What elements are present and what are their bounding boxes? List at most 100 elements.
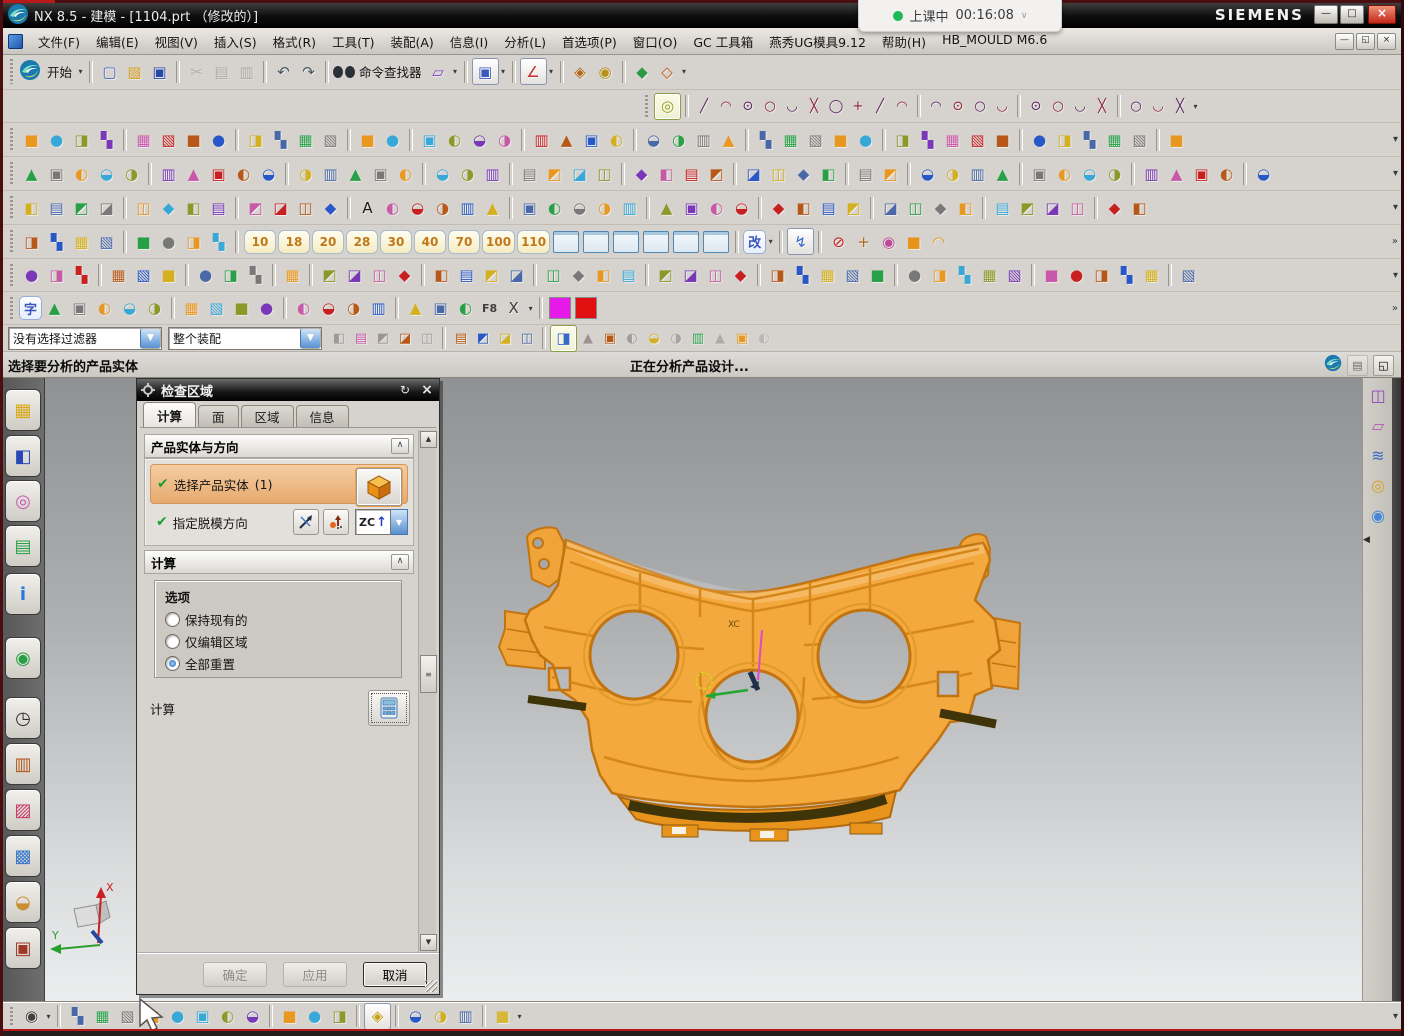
toolbar-icon[interactable]: ▣ <box>67 296 92 321</box>
toolbar-icon[interactable]: ■ <box>131 229 156 254</box>
toolbar-icon[interactable]: ■ <box>229 296 254 321</box>
toolbar-icon[interactable]: ▚ <box>790 263 815 288</box>
toolbar-icon[interactable]: ▤ <box>209 59 234 84</box>
selection-tool-icon[interactable]: ◫ <box>516 327 538 349</box>
toolbar-icon[interactable]: ◐ <box>1052 161 1077 186</box>
toolbar-icon[interactable]: ◩ <box>1015 195 1040 220</box>
toolbar-icon[interactable]: ◒ <box>403 1004 428 1029</box>
toolbar-icon[interactable]: X <box>501 296 526 321</box>
selection-filter-select[interactable]: 没有选择过滤器 ▼ <box>8 327 162 350</box>
sketch-tool-icon[interactable]: ╳ <box>1091 95 1113 117</box>
palettes-button[interactable]: ▣ <box>5 927 41 969</box>
toolbar-icon[interactable]: ◪ <box>878 195 903 220</box>
text-button-zi[interactable]: 字 <box>19 296 42 320</box>
dropdown-arrow-icon[interactable]: ▾ <box>526 304 535 313</box>
process-studio-button[interactable]: ▥ <box>5 743 41 785</box>
selection-tool-icon[interactable]: ▤ <box>450 327 472 349</box>
constraint-navigator-button[interactable]: ◧ <box>5 435 41 477</box>
apply-button[interactable]: 应用 <box>283 962 347 987</box>
toolbar-icon[interactable]: ■ <box>156 263 181 288</box>
sketch-tool-icon[interactable]: ◠ <box>715 95 737 117</box>
selection-tool-icon[interactable]: ◪ <box>494 327 516 349</box>
toolbar-icon[interactable]: ◈ <box>364 1003 391 1030</box>
dropdown-arrow-icon[interactable]: ▾ <box>76 67 85 76</box>
toolbar-icon[interactable]: ◑ <box>1102 161 1127 186</box>
toolbar-icon[interactable]: ▚ <box>952 263 977 288</box>
toolbar-icon[interactable]: ▣ <box>679 195 704 220</box>
toolbar-icon[interactable]: ◧ <box>1127 195 1152 220</box>
class-timer-overlay[interactable]: 上课中 00:16:08 ∨ <box>858 0 1062 32</box>
toolbar-icon[interactable]: ▚ <box>65 1004 90 1029</box>
selection-tool-icon[interactable]: ▲ <box>577 327 599 349</box>
menu-item[interactable]: 文件(F) <box>30 29 88 54</box>
selection-tool-icon[interactable]: ▣ <box>731 327 753 349</box>
toolbar-icon[interactable]: ◒ <box>1077 161 1102 186</box>
toolbar-icon[interactable]: A <box>355 195 380 220</box>
toolbar-icon[interactable]: ▤ <box>44 195 69 220</box>
maximize-button[interactable]: □ <box>1340 5 1364 24</box>
toolbar-icon[interactable]: ◒ <box>467 127 492 152</box>
toolbar-icon[interactable]: ▣ <box>44 161 69 186</box>
tab-区域[interactable]: 区域 <box>241 405 294 427</box>
sketch-tool-icon[interactable]: ⊙ <box>737 95 759 117</box>
toolbar-icon[interactable]: ■ <box>490 1004 515 1029</box>
toolbar-icon[interactable]: ▲ <box>42 296 67 321</box>
toolbar-icon[interactable]: ◧ <box>181 195 206 220</box>
chevron-down-icon[interactable]: ∨ <box>1021 11 1028 21</box>
toolbar-icon[interactable]: ◫ <box>131 195 156 220</box>
toolbar-icon[interactable]: ◐ <box>704 195 729 220</box>
toolbar-icon[interactable]: ◉ <box>593 59 618 84</box>
toolbar-icon[interactable]: ▲ <box>1164 161 1189 186</box>
toolbar-icon[interactable]: ◉ <box>876 229 901 254</box>
toolbar-icon[interactable]: ◐ <box>1214 161 1239 186</box>
toolbar-icon[interactable]: ● <box>165 1004 190 1029</box>
overflow-icon[interactable]: ▾ <box>1393 1011 1398 1022</box>
toolbar-icon[interactable]: ▥ <box>455 195 480 220</box>
toolbar-icon[interactable]: ▧ <box>803 127 828 152</box>
dialog-title-bar[interactable]: 检查区域 ↻ × <box>137 379 439 401</box>
solid-body-button[interactable] <box>356 468 402 506</box>
toolbar-icon[interactable]: ▣ <box>579 127 604 152</box>
mold-size-button[interactable]: 10 <box>244 230 276 254</box>
mold-size-button[interactable]: 100 <box>482 230 515 254</box>
sketch-tool-icon[interactable]: ○ <box>969 95 991 117</box>
toolbar-icon[interactable]: ◑ <box>592 195 617 220</box>
tab-信息[interactable]: 信息 <box>296 405 349 427</box>
menu-item[interactable]: 编辑(E) <box>88 29 147 54</box>
toolbar-icon[interactable]: ◨ <box>1089 263 1114 288</box>
selection-tool-icon[interactable]: ◩ <box>472 327 494 349</box>
sketch-tool-icon[interactable]: ◯ <box>825 95 847 117</box>
toolbar-icon[interactable]: ● <box>1064 263 1089 288</box>
menu-item[interactable]: 格式(R) <box>265 29 324 54</box>
dialog-close-button[interactable]: × <box>417 381 437 399</box>
toolbar-icon[interactable]: ◆ <box>1102 195 1127 220</box>
toolbar-icon[interactable]: ▣ <box>1027 161 1052 186</box>
toolbar-icon[interactable]: ▦ <box>1102 127 1127 152</box>
menu-item[interactable]: 装配(A) <box>382 29 441 54</box>
toolbar-icon[interactable]: ◧ <box>19 195 44 220</box>
toolbar-icon[interactable]: ◆ <box>629 161 654 186</box>
wrap-tool-button[interactable]: ≋ <box>1366 443 1390 467</box>
toolbar-label[interactable]: 命令查找器 <box>355 62 426 81</box>
toolbar-icon[interactable]: ◒ <box>117 296 142 321</box>
menu-item[interactable]: 帮助(H) <box>874 29 934 54</box>
user-groups-button[interactable]: ◒ <box>5 881 41 923</box>
toolbar-icon[interactable]: ■ <box>865 263 890 288</box>
mdi-restore-button[interactable]: ◱ <box>1356 33 1375 50</box>
toolbar-icon[interactable]: ▲ <box>343 161 368 186</box>
toolbar-icon[interactable]: ◧ <box>429 263 454 288</box>
text-button-gai[interactable]: 改 <box>743 230 766 254</box>
assembly-navigator-button[interactable]: ▦ <box>5 389 41 431</box>
toolbar-icon[interactable]: ▲ <box>654 195 679 220</box>
toolbar-icon[interactable]: ▥ <box>234 59 259 84</box>
toolbar-icon[interactable]: ◒ <box>641 127 666 152</box>
vector-dialog-button[interactable] <box>293 509 319 535</box>
toolbar-icon[interactable]: ■ <box>1164 127 1189 152</box>
toolbar-icon[interactable]: ● <box>19 263 44 288</box>
toolbar-icon[interactable]: ▥ <box>617 195 642 220</box>
toolbar-icon[interactable]: ◪ <box>504 263 529 288</box>
toolbar-icon[interactable]: ▚ <box>753 127 778 152</box>
toolbar-icon[interactable]: ▤ <box>517 161 542 186</box>
toolbar-icon[interactable]: ◪ <box>1040 195 1065 220</box>
toolbar-icon[interactable]: ◐ <box>92 296 117 321</box>
